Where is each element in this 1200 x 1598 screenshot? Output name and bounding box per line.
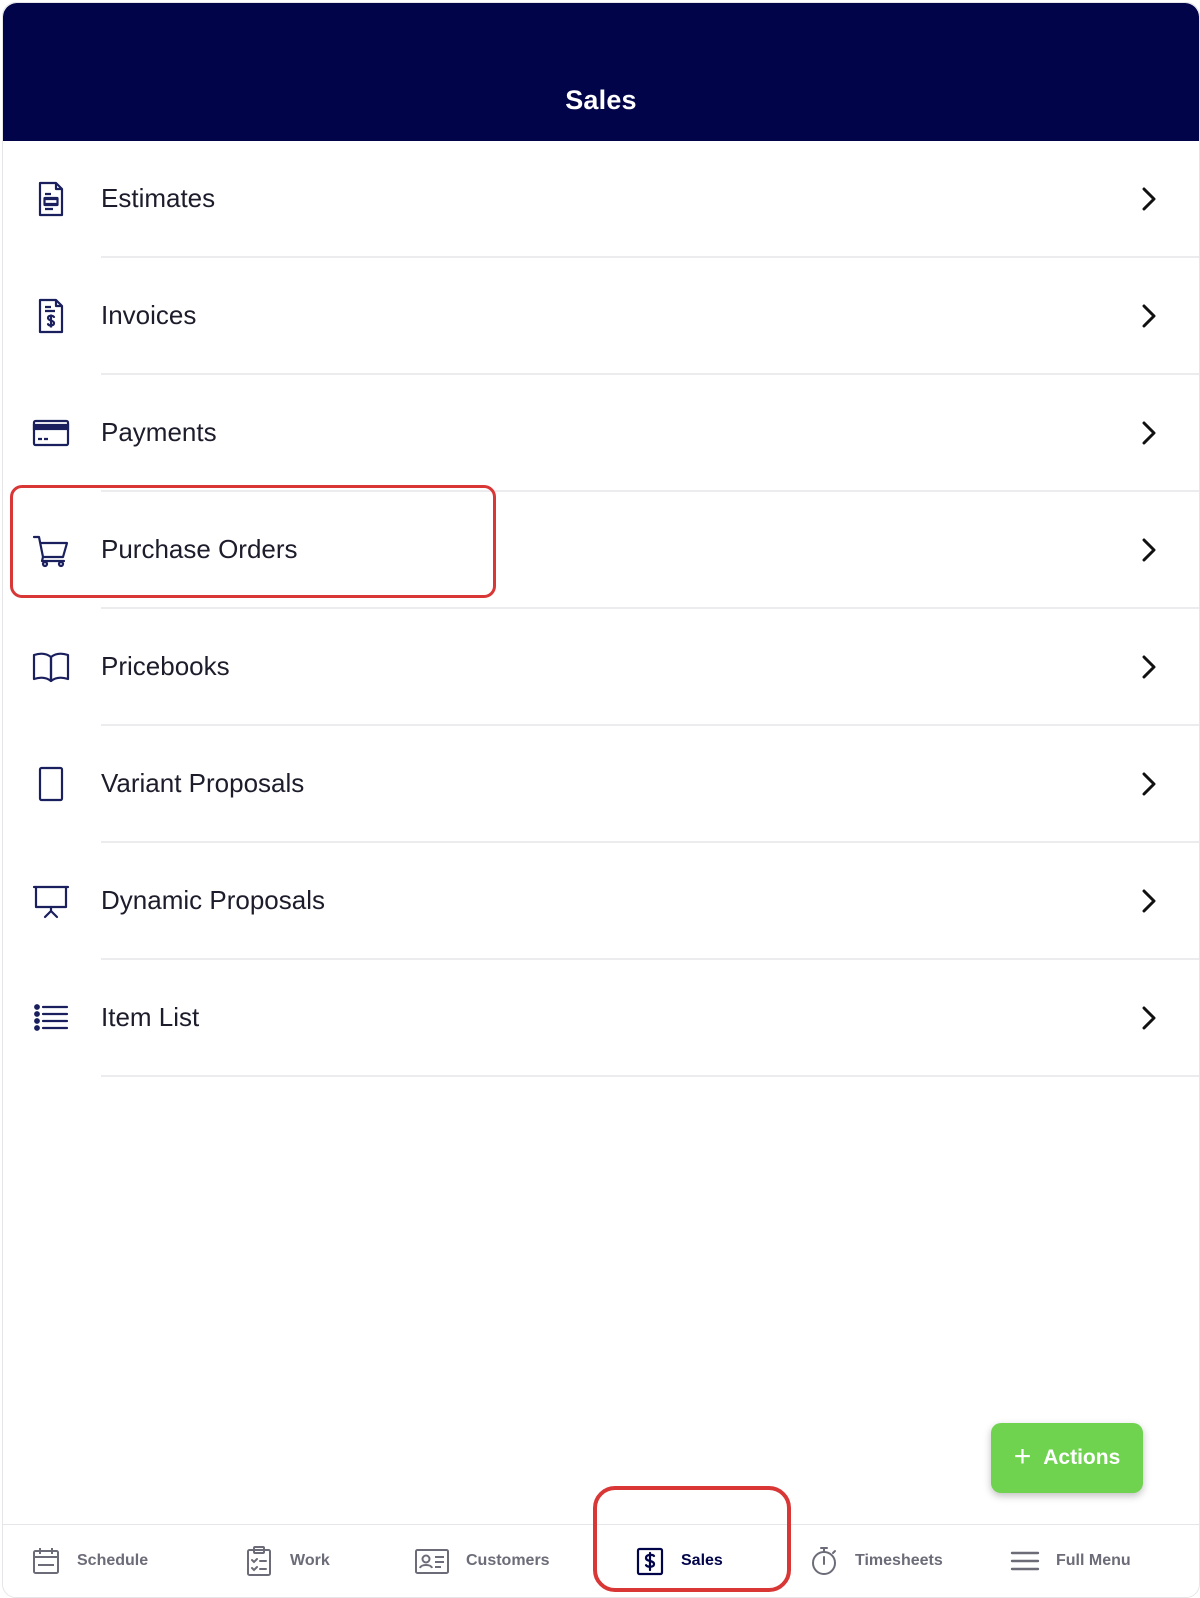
document-icon [31, 179, 71, 219]
presentation-board-icon [31, 881, 71, 921]
app-frame: Sales Estimates Invoices Payments Purcha… [2, 2, 1200, 1598]
sales-menu-list: Estimates Invoices Payments Purchase Ord… [3, 141, 1199, 1077]
chevron-right-icon [1142, 655, 1156, 679]
menu-item-item-list[interactable]: Item List [3, 960, 1199, 1077]
menu-item-label: Pricebooks [101, 651, 230, 681]
chevron-right-icon [1142, 538, 1156, 562]
tab-work[interactable]: Work [244, 1525, 330, 1597]
tab-label: Customers [466, 1552, 550, 1569]
open-book-icon [31, 647, 71, 687]
chevron-right-icon [1142, 187, 1156, 211]
dollar-box-icon [636, 1547, 664, 1576]
chevron-right-icon [1142, 772, 1156, 796]
hamburger-menu-icon [1010, 1551, 1040, 1571]
menu-item-label: Dynamic Proposals [101, 885, 325, 915]
tab-timesheets[interactable]: Timesheets [809, 1525, 943, 1597]
chevron-right-icon [1142, 304, 1156, 328]
plus-icon: + [1013, 1439, 1032, 1473]
chevron-right-icon [1142, 889, 1156, 913]
menu-item-label: Purchase Orders [101, 534, 298, 564]
menu-item-variant-proposals[interactable]: Variant Proposals [3, 726, 1199, 843]
menu-item-purchase-orders[interactable]: Purchase Orders [3, 492, 1199, 609]
menu-item-label: Item List [101, 1002, 200, 1032]
tab-label: Full Menu [1056, 1552, 1131, 1569]
calendar-icon [33, 1548, 59, 1574]
chevron-right-icon [1142, 1006, 1156, 1030]
menu-item-pricebooks[interactable]: Pricebooks [3, 609, 1199, 726]
tab-label: Schedule [77, 1552, 149, 1569]
menu-item-dynamic-proposals[interactable]: Dynamic Proposals [3, 843, 1199, 960]
credit-card-icon [31, 413, 71, 453]
clipboard-icon [247, 1546, 271, 1576]
app-header: Sales [3, 3, 1199, 141]
tab-customers[interactable]: Customers [414, 1525, 550, 1597]
invoice-dollar-icon [31, 296, 71, 336]
tab-label: Sales [681, 1552, 723, 1569]
actions-button-label: Actions [1043, 1446, 1121, 1469]
menu-item-payments[interactable]: Payments [3, 375, 1199, 492]
menu-item-invoices[interactable]: Invoices [3, 258, 1199, 375]
tab-label: Timesheets [855, 1552, 943, 1569]
tab-label: Work [290, 1552, 330, 1569]
actions-button[interactable]: + Actions [991, 1423, 1143, 1493]
row-divider [101, 1075, 1199, 1077]
bottom-tab-bar: Schedule Work Customers Sales Timesheets… [3, 1524, 1199, 1597]
menu-item-label: Invoices [101, 300, 197, 330]
stopwatch-icon [812, 1547, 836, 1575]
chevron-right-icon [1142, 421, 1156, 445]
tablet-icon [31, 764, 71, 804]
shopping-cart-icon [31, 530, 71, 570]
menu-item-label: Estimates [101, 183, 216, 213]
menu-item-label: Payments [101, 417, 217, 447]
tab-full-menu[interactable]: Full Menu [1010, 1525, 1131, 1597]
tab-schedule[interactable]: Schedule [31, 1525, 148, 1597]
contact-card-icon [415, 1549, 449, 1574]
bulleted-list-icon [31, 998, 71, 1038]
page-title: Sales [565, 85, 637, 115]
menu-item-label: Variant Proposals [101, 768, 305, 798]
menu-item-estimates[interactable]: Estimates [3, 141, 1199, 258]
tab-sales[interactable]: Sales [635, 1525, 723, 1597]
